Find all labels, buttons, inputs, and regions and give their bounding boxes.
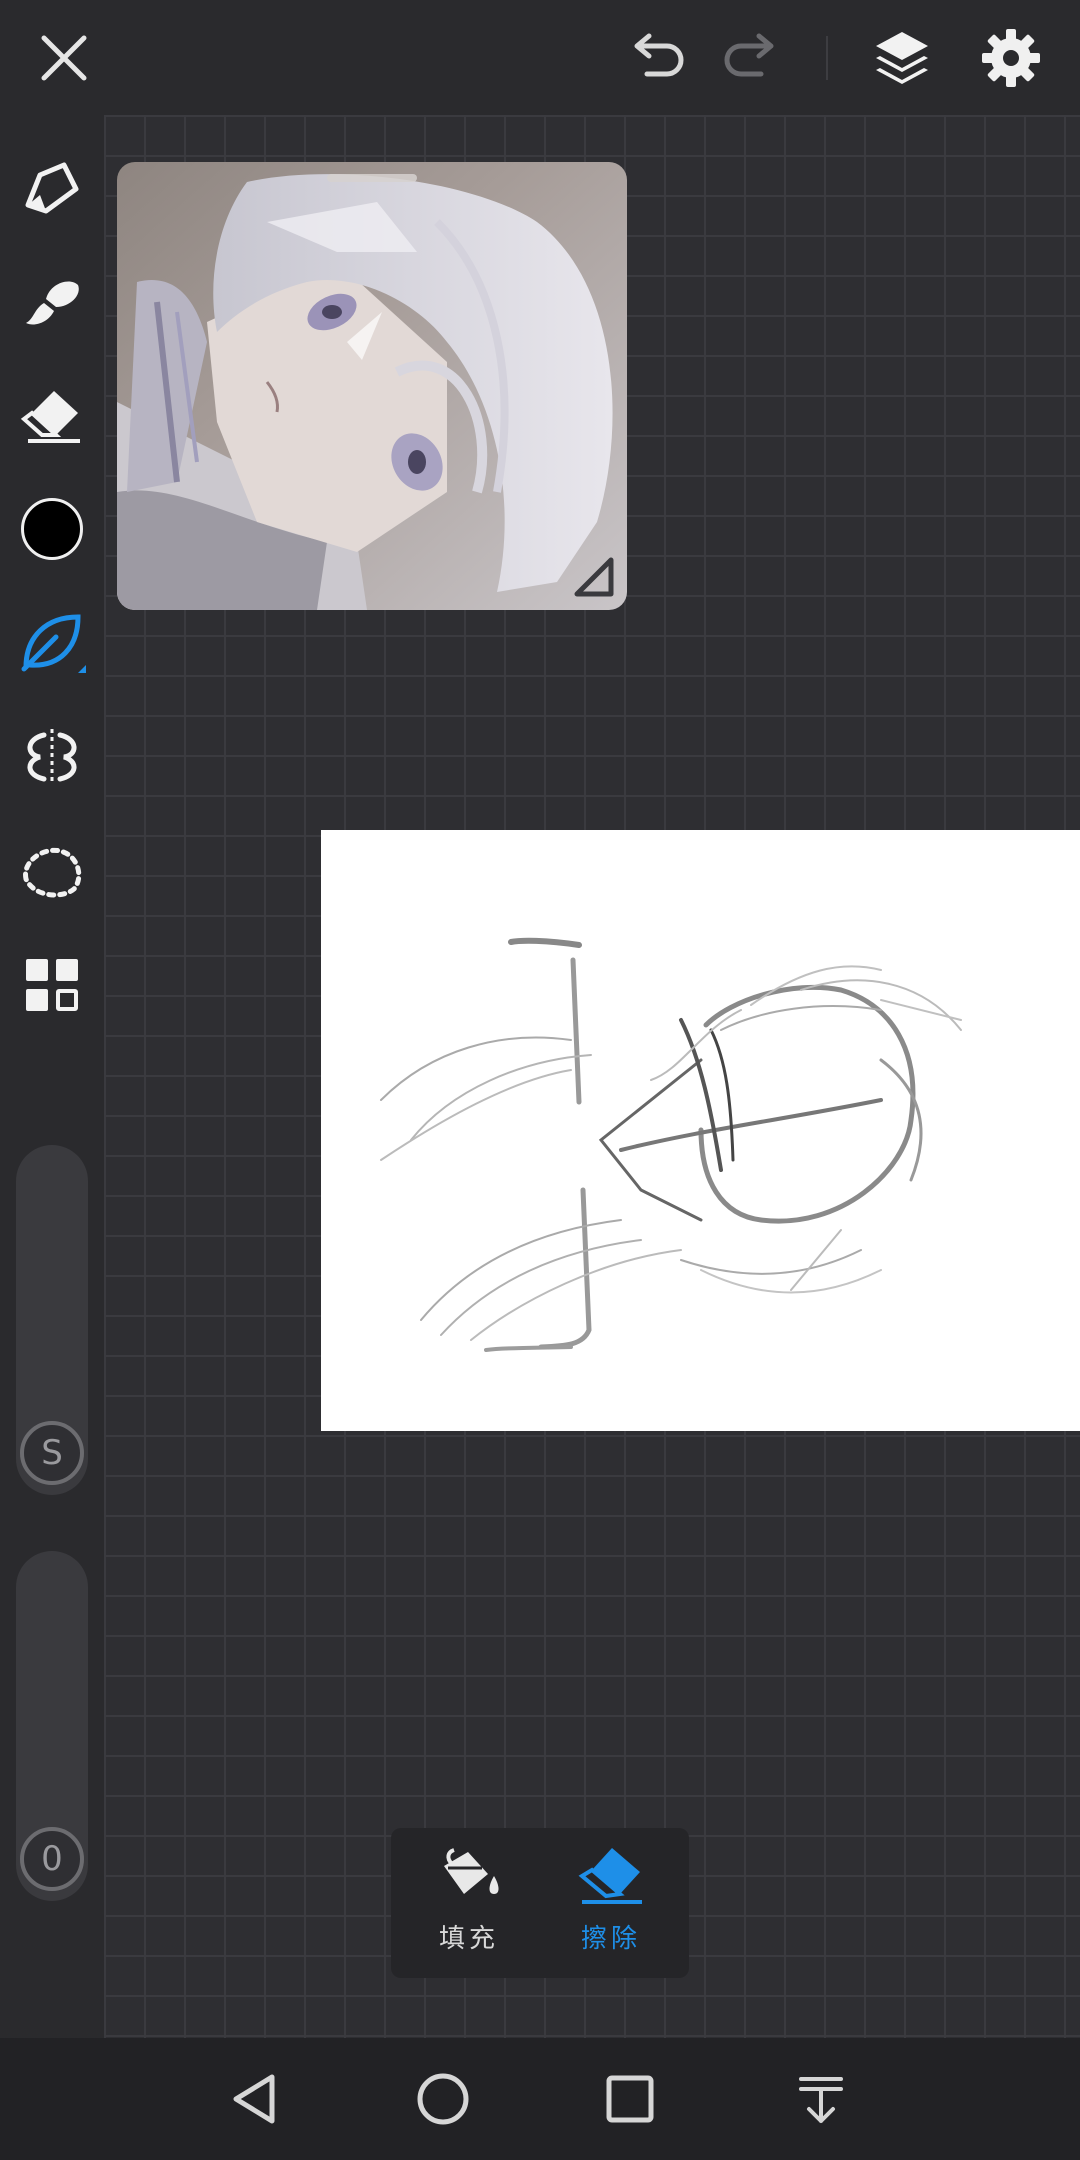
back-button[interactable] bbox=[216, 2059, 296, 2139]
tool-sidebar: S 0 bbox=[0, 115, 104, 2038]
smudge-brush-icon bbox=[26, 281, 79, 325]
eraser-tool-button[interactable] bbox=[12, 375, 92, 455]
more-tools-button[interactable] bbox=[12, 945, 92, 1025]
pen-tool-button[interactable] bbox=[12, 147, 92, 227]
redo-icon bbox=[724, 33, 774, 77]
symmetry-icon bbox=[27, 729, 77, 785]
home-button[interactable] bbox=[403, 2059, 483, 2139]
reference-image bbox=[117, 162, 627, 610]
paint-bucket-icon bbox=[444, 1848, 499, 1894]
system-navigation-bar bbox=[0, 2038, 1080, 2160]
reference-image-window[interactable] bbox=[117, 162, 627, 610]
redo-button[interactable] bbox=[711, 18, 791, 98]
close-button[interactable] bbox=[24, 18, 104, 98]
dropdown-button[interactable] bbox=[781, 2059, 861, 2139]
lasso-select-button[interactable] bbox=[12, 831, 92, 911]
reference-drag-handle[interactable] bbox=[327, 174, 417, 182]
layers-button[interactable] bbox=[862, 18, 942, 98]
lasso-icon bbox=[23, 847, 82, 898]
recents-icon bbox=[606, 2075, 654, 2123]
toolbar-divider bbox=[826, 36, 828, 80]
smudge-tool-button[interactable] bbox=[12, 261, 92, 341]
gear-icon bbox=[982, 29, 1040, 87]
resize-handle-icon[interactable] bbox=[569, 552, 619, 602]
recents-button[interactable] bbox=[590, 2059, 670, 2139]
top-bar bbox=[0, 0, 1080, 115]
drawing-canvas[interactable] bbox=[321, 830, 1080, 1431]
grid-menu-icon bbox=[26, 959, 78, 1011]
layers-icon bbox=[876, 32, 928, 84]
undo-icon bbox=[634, 33, 684, 77]
dropdown-icon bbox=[799, 2077, 843, 2123]
leaf-brush-icon bbox=[21, 614, 86, 673]
fill-label: 填充 bbox=[438, 1924, 499, 1954]
back-icon bbox=[233, 2074, 275, 2124]
symmetry-button[interactable] bbox=[12, 717, 92, 797]
opacity-knob-label: 0 bbox=[41, 1839, 63, 1879]
color-swatch bbox=[21, 498, 83, 560]
settings-button[interactable] bbox=[971, 18, 1051, 98]
eraser-icon bbox=[578, 1848, 642, 1904]
fill-option-button[interactable]: 填充 bbox=[409, 1844, 529, 1964]
pen-tool-icon bbox=[25, 162, 79, 214]
fill-erase-popup: 填充 擦除 bbox=[391, 1828, 689, 1978]
sketch-strokes bbox=[380, 937, 962, 1352]
size-knob-label: S bbox=[41, 1433, 63, 1473]
erase-option-button[interactable]: 擦除 bbox=[551, 1844, 671, 1964]
eraser-icon bbox=[20, 391, 80, 443]
brush-size-knob[interactable]: S bbox=[20, 1421, 84, 1485]
brush-select-button[interactable] bbox=[12, 603, 92, 683]
undo-button[interactable] bbox=[617, 18, 697, 98]
opacity-knob[interactable]: 0 bbox=[20, 1827, 84, 1891]
close-icon bbox=[41, 35, 87, 81]
home-icon bbox=[417, 2073, 469, 2125]
color-picker-button[interactable] bbox=[12, 489, 92, 569]
erase-label: 擦除 bbox=[580, 1924, 641, 1954]
